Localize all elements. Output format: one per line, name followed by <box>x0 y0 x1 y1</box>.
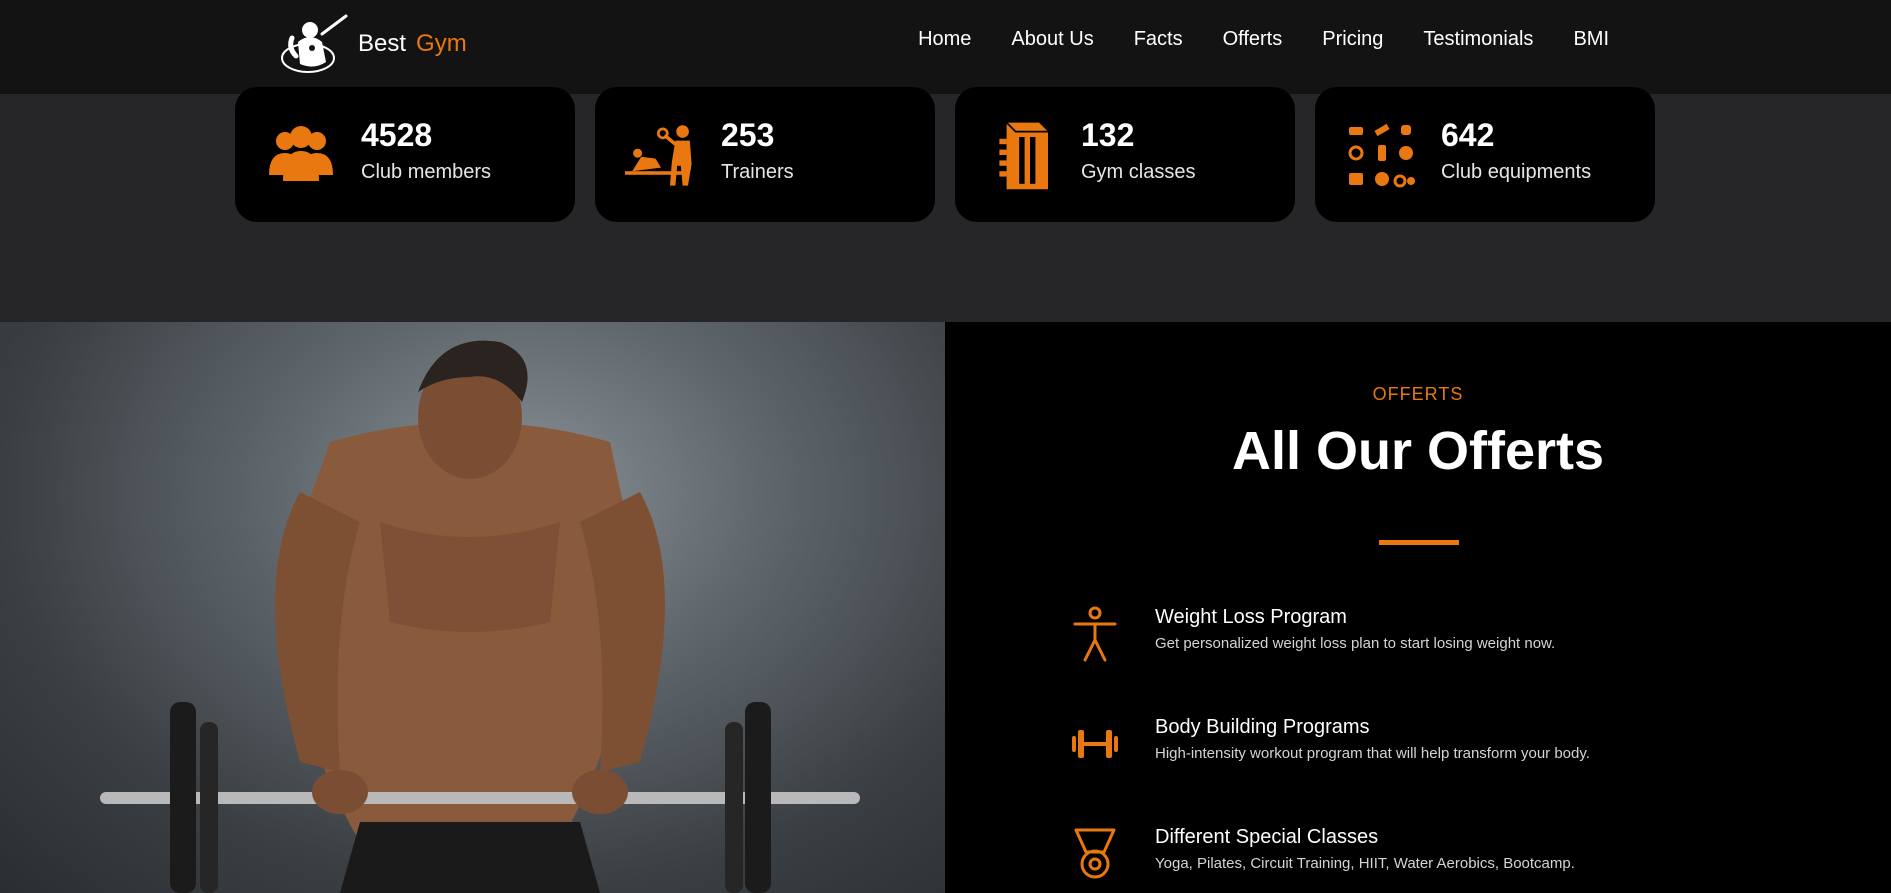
stat-label: Club equipments <box>1441 161 1592 183</box>
brand-logo-link[interactable]: Best Gym <box>278 12 467 76</box>
section-kicker: OFFERTS <box>1372 384 1464 404</box>
group-people-icon <box>269 126 333 181</box>
offer-description: High-intensity workout program that will… <box>1155 745 1590 762</box>
main-nav: Home About Us Facts Offerts Pricing Test… <box>918 28 1609 51</box>
stat-label: Club members <box>361 161 492 183</box>
nav-item-bmi[interactable]: BMI <box>1573 28 1609 51</box>
nav-item-offerts[interactable]: Offerts <box>1223 28 1283 51</box>
nav-item-about-us[interactable]: About Us <box>1011 28 1093 51</box>
brand-name-part2: Gym <box>416 30 467 57</box>
stat-value: 132 <box>1081 117 1135 153</box>
trainer-icon <box>625 125 692 186</box>
stat-card-equipment: 642 Club equipments <box>1315 87 1655 222</box>
nav-item-facts[interactable]: Facts <box>1134 28 1183 51</box>
medal-icon <box>1074 828 1116 879</box>
dumbbell-icon <box>1072 730 1118 758</box>
building-icon <box>999 121 1048 190</box>
offer-title: Weight Loss Program <box>1155 606 1347 628</box>
person-standing-icon <box>1073 606 1117 662</box>
nav-item-home[interactable]: Home <box>918 28 971 51</box>
stat-card-trainers: 253 Trainers <box>595 87 935 222</box>
nav-item-testimonials[interactable]: Testimonials <box>1423 28 1533 51</box>
offer-title: Different Special Classes <box>1155 826 1379 848</box>
offer-item: Different Special Classes Yoga, Pilates,… <box>1070 826 1670 893</box>
offer-description: Yoga, Pilates, Circuit Training, HIIT, W… <box>1155 855 1575 872</box>
brand-name-part1: Best <box>358 30 407 57</box>
navbar: Best Gym Home About Us Facts Offerts Pri… <box>0 0 1891 94</box>
nav-item-pricing[interactable]: Pricing <box>1322 28 1383 51</box>
stat-label: Trainers <box>721 161 794 183</box>
section-title: All Our Offerts <box>1231 421 1605 481</box>
bodybuilder-photo <box>0 322 945 893</box>
stat-card-members: 4528 Club members <box>235 87 575 222</box>
bodybuilder-illustration <box>100 340 860 893</box>
offer-item: Body Building Programs High-intensity wo… <box>1070 716 1670 786</box>
facts-section: 4528 Club members 253 Trainers 132 Gym c… <box>0 87 1891 322</box>
stat-card-classes: 132 Gym classes <box>955 87 1295 222</box>
offer-title: Body Building Programs <box>1155 716 1370 738</box>
equipment-grid-icon <box>1348 123 1415 188</box>
offerts-section: OFFERTS All Our Offerts Weight Loss Prog… <box>945 322 1891 893</box>
gym-athlete-logo-icon <box>281 14 348 73</box>
stat-label: Gym classes <box>1081 161 1196 183</box>
stat-value: 642 <box>1441 117 1495 153</box>
title-divider <box>1379 540 1459 545</box>
stat-value: 4528 <box>361 117 433 153</box>
stat-value: 253 <box>721 117 775 153</box>
offer-item: Weight Loss Program Get personalized wei… <box>1070 606 1670 676</box>
offer-description: Get personalized weight loss plan to sta… <box>1155 635 1556 652</box>
